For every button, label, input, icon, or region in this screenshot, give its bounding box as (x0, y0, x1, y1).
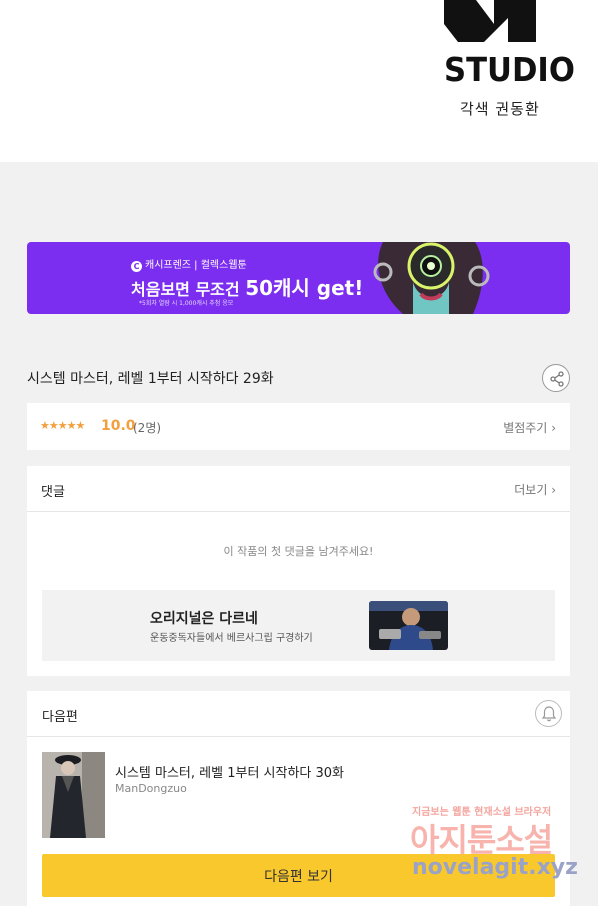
chevron-right-icon: › (551, 421, 556, 435)
chevron-right-icon: › (551, 483, 556, 497)
next-episode-name[interactable]: 시스템 마스터, 레벨 1부터 시작하다 30화 (115, 762, 344, 781)
cash-friends-icon: C (131, 261, 142, 272)
comments-title: 댓글 (41, 485, 65, 500)
banner-character-art (363, 242, 493, 314)
banner-brand: C 캐시프렌즈 | 컬렉스웹툰 (131, 256, 247, 272)
promo-title: 오리지널은 다르네 (150, 611, 258, 627)
next-episode-title: 다음편 (42, 710, 78, 725)
comments-empty-message: 이 작품의 첫 댓글을 남겨주세요! (223, 545, 374, 558)
notification-button[interactable] (535, 700, 562, 727)
bell-icon (542, 706, 556, 722)
adaptation-credit: 각색 권동환 (460, 100, 540, 118)
episode-title-row: 시스템 마스터, 레벨 1부터 시작하다 29화 (27, 364, 570, 392)
share-icon (550, 371, 564, 387)
ad-banner[interactable]: C 캐시프렌즈 | 컬렉스웹툰 처음보면 무조건 50캐시 get!! *5회차 … (27, 242, 570, 314)
rating-section: ★★★★★ 10.0 (2명) 별점주기 › (27, 403, 570, 450)
promo-thumbnail (369, 601, 448, 650)
studio-header: STUDIO 각색 권동환 (0, 0, 598, 162)
watermark-url: novelagit.xyz (412, 855, 578, 880)
rating-score: 10.0 (101, 418, 136, 434)
share-button[interactable] (542, 364, 570, 392)
episode-title: 시스템 마스터, 레벨 1부터 시작하다 29화 (27, 371, 274, 387)
promo-subtitle: 운동중독자들에서 베르사그립 구경하기 (150, 633, 313, 644)
promo-card[interactable]: 오리지널은 다르네 운동중독자들에서 베르사그립 구경하기 (42, 590, 555, 661)
banner-fine-print: *5회차 열람 시 1,000캐시 추첨 응모 (139, 300, 234, 307)
banner-headline: 처음보면 무조건 50캐시 get!! (131, 276, 373, 300)
next-episode-author: ManDongzuo (115, 782, 187, 795)
next-episode-header: 다음편 (27, 691, 570, 737)
studio-logo-text: STUDIO (444, 50, 575, 89)
comments-header: 댓글 더보기 › (27, 466, 570, 512)
rating-stars: ★★★★★ (40, 419, 85, 432)
next-episode-thumbnail[interactable] (42, 752, 105, 838)
site-watermark: 지금보는 웹툰 현재소설 브라우저 아지툰소설 novelagit.xyz (408, 803, 594, 891)
comments-more-link[interactable]: 더보기 › (514, 481, 556, 498)
comments-section: 댓글 더보기 › 이 작품의 첫 댓글을 남겨주세요! 오리지널은 다르네 운동… (27, 466, 570, 676)
rate-button[interactable]: 별점주기 › (503, 419, 556, 436)
rating-count: (2명) (133, 421, 162, 435)
